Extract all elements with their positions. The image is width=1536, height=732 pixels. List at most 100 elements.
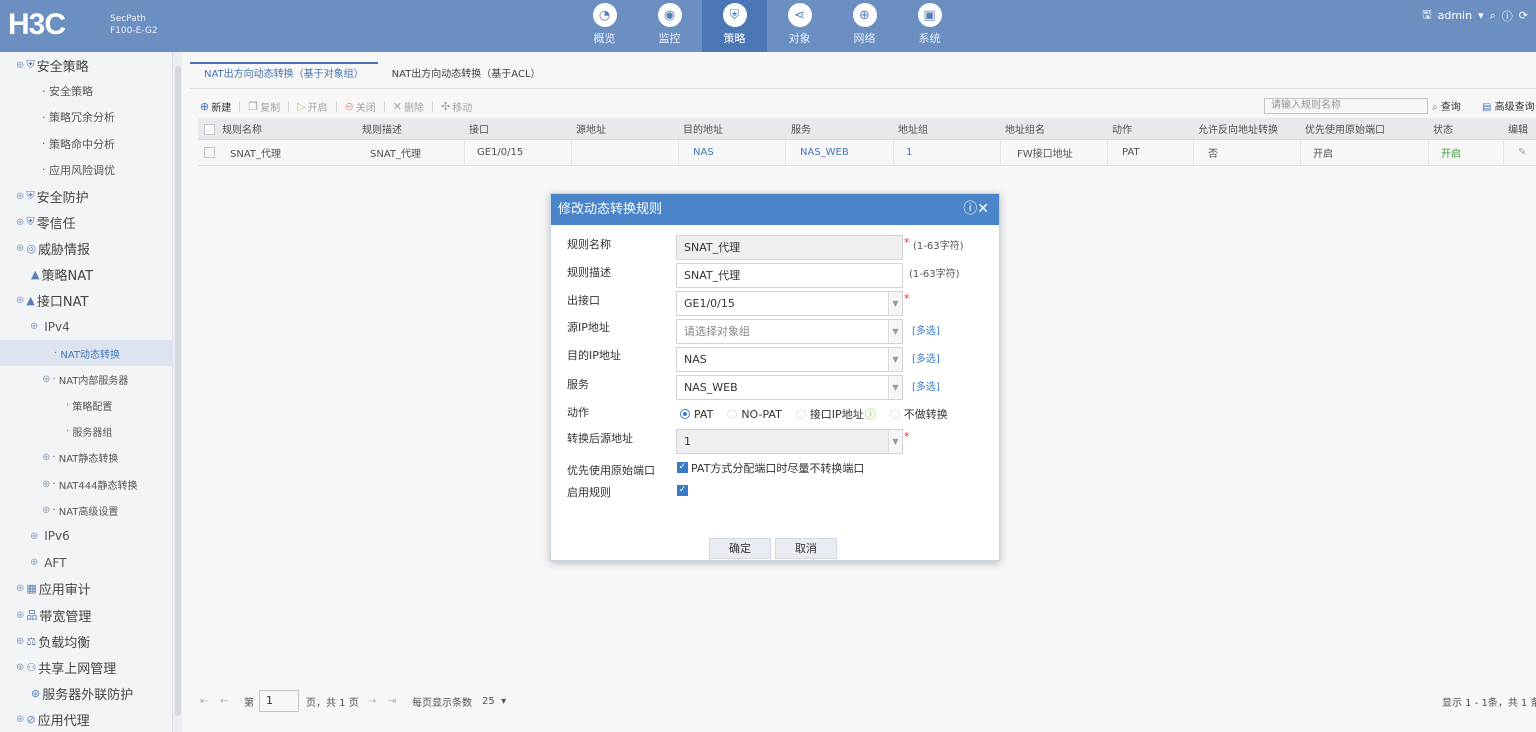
prefer-port-checkbox[interactable]: ✓ xyxy=(677,462,688,473)
sidebar-item-server-group[interactable]: · 服务器组 xyxy=(0,419,172,445)
main-nav: ◔ 概览 ◉ 监控 ⛨ 策略 ⋖ 对象 ⊕ 网络 ▣ 系统 xyxy=(572,0,962,52)
cancel-button[interactable]: 取消 xyxy=(775,538,837,559)
expand-icon: ⊕ xyxy=(16,609,25,621)
nav-network[interactable]: ⊕ 网络 xyxy=(832,0,897,52)
expand-icon: ⊕ xyxy=(16,190,25,202)
expand-icon: ⊕ xyxy=(42,504,51,516)
sidebar-item-load-balance[interactable]: ⊕ ⚖ 负载均衡 xyxy=(0,628,172,654)
sidebar-item-ipv4[interactable]: ⊕ IPv4 xyxy=(0,314,172,340)
balance-icon: ⚖ xyxy=(26,634,37,648)
service-select[interactable]: NAS_WEB ▼ xyxy=(676,375,903,400)
nav-policy[interactable]: ⛨ 策略 xyxy=(702,0,767,52)
chevron-down-icon[interactable]: ▼ xyxy=(888,320,902,343)
dst-ip-multi-link[interactable]: [多选] xyxy=(912,350,940,365)
chevron-down-icon[interactable]: ▾ xyxy=(1478,9,1484,22)
sidebar-item-hit-analysis[interactable]: · 策略命中分析 xyxy=(0,131,172,157)
sidebar-item-nat-dynamic[interactable]: · NAT动态转换 xyxy=(0,340,172,367)
out-interface-label: 出接口 xyxy=(567,294,600,307)
src-ip-label: 源IP地址 xyxy=(567,321,610,334)
action-radio-group: PAT NO-PAT 接口IP地址 ⓘ 不做转换 xyxy=(680,406,962,422)
enable-rule-checkbox[interactable]: ✓ xyxy=(677,485,688,496)
chevron-down-icon[interactable]: ▼ xyxy=(888,348,902,371)
sidebar-item-zero-trust[interactable]: ⊕ ⛨ 零信任 xyxy=(0,209,172,235)
dst-ip-select[interactable]: NAS ▼ xyxy=(676,347,903,372)
rule-name-field[interactable]: SNAT_代理 xyxy=(676,235,903,260)
expand-icon: ⊕ xyxy=(16,216,25,228)
post-src-select[interactable]: 1 ▼ xyxy=(676,429,903,454)
scrollbar-thumb[interactable] xyxy=(175,66,181,716)
sidebar-item-app-proxy[interactable]: ⊕ ⊘ 应用代理 xyxy=(0,707,172,732)
service-multi-link[interactable]: [多选] xyxy=(912,378,940,393)
required-marker: * xyxy=(904,292,910,305)
sidebar-item-bandwidth[interactable]: ⊕ 品带宽管理 xyxy=(0,602,172,628)
sidebar-item-policy-config[interactable]: · 策略配置 xyxy=(0,392,172,418)
expand-icon: ⊕ xyxy=(30,321,39,333)
radio-no-translate[interactable]: 不做转换 xyxy=(889,406,948,422)
sidebar-item-aft[interactable]: ⊕ AFT xyxy=(0,550,172,576)
computer-icon: ▣ xyxy=(917,3,942,27)
post-src-label: 转换后源地址 xyxy=(567,432,633,445)
sidebar-item-nat-internal-server[interactable]: ⊕ · NAT内部服务器 xyxy=(0,366,172,392)
sidebar-item-nat444-static[interactable]: ⊕ · NAT444静态转换 xyxy=(0,471,172,497)
sidebar-scrollbar[interactable] xyxy=(172,52,182,732)
sidebar-item-server-outbound[interactable]: ⊛ 服务器外联防护 xyxy=(0,681,172,707)
save-icon[interactable]: 🖫 xyxy=(1422,6,1431,25)
sidebar-item-interface-nat[interactable]: ⊕ ▲ 接口NAT xyxy=(0,288,172,314)
close-icon[interactable]: ✕ xyxy=(977,201,989,217)
chevron-down-icon[interactable]: ▼ xyxy=(888,376,902,399)
sidebar-item-nat-advanced[interactable]: ⊕ · NAT高级设置 xyxy=(0,497,172,523)
sidebar-item-security-policy[interactable]: ⊕ ⛨ 安全策略 xyxy=(0,52,172,78)
gauge-icon: ◔ xyxy=(592,3,617,27)
nav-overview[interactable]: ◔ 概览 xyxy=(572,0,637,52)
expand-icon: ⊕ xyxy=(30,530,39,542)
out-interface-select[interactable]: GE1/0/15 ▼ xyxy=(676,291,903,316)
sidebar-item-app-risk[interactable]: · 应用风险调优 xyxy=(0,157,172,183)
rule-name-label: 规则名称 xyxy=(567,238,611,251)
ok-button[interactable]: 确定 xyxy=(709,538,771,559)
edit-rule-dialog: 修改动态转换规则 ⓘ✕ 规则名称 SNAT_代理 * (1-63字符) 规则描述… xyxy=(550,193,1000,561)
proxy-icon: ⊘ xyxy=(26,713,36,727)
dst-ip-label: 目的IP地址 xyxy=(567,349,621,362)
expand-icon: ⊕ xyxy=(16,583,25,595)
chevron-down-icon[interactable]: ▼ xyxy=(888,430,902,453)
src-ip-select[interactable]: 请选择对象组 ▼ xyxy=(676,319,903,344)
users-icon: ⚇ xyxy=(26,660,37,674)
dialog-title-bar: 修改动态转换规则 ⓘ✕ xyxy=(551,194,999,225)
help-icon[interactable]: ⓘ xyxy=(1502,8,1513,24)
service-label: 服务 xyxy=(567,378,589,391)
product-name: SecPath F100-E-G2 xyxy=(110,14,158,36)
sidebar-item-shared-access[interactable]: ⊕ ⚇ 共享上网管理 xyxy=(0,654,172,680)
monitor-eye-icon: ◉ xyxy=(657,3,682,27)
sidebar-item-policy-nat[interactable]: ▲ 策略NAT xyxy=(0,262,172,288)
enable-rule-label: 启用规则 xyxy=(567,486,611,499)
nav-monitor[interactable]: ◉ 监控 xyxy=(637,0,702,52)
chevron-down-icon[interactable]: ▼ xyxy=(888,292,902,315)
help-icon[interactable]: ⓘ xyxy=(865,406,876,422)
radio-interface-ip[interactable]: 接口IP地址 ⓘ xyxy=(795,406,876,422)
radio-dot xyxy=(727,409,738,419)
rule-name-hint: (1-63字符) xyxy=(913,241,964,252)
radio-no-pat[interactable]: NO-PAT xyxy=(727,408,782,421)
action-label: 动作 xyxy=(567,406,589,419)
prefer-port-text: PAT方式分配端口时尽量不转换端口 xyxy=(691,462,865,475)
top-header: H3C SecPath F100-E-G2 ◔ 概览 ◉ 监控 ⛨ 策略 ⋖ 对… xyxy=(0,0,1536,52)
src-ip-multi-link[interactable]: [多选] xyxy=(912,322,940,337)
logout-icon[interactable]: ⟳ xyxy=(1519,9,1528,22)
user-menu[interactable]: admin xyxy=(1438,9,1472,22)
sidebar-item-threat-intel[interactable]: ⊕ ◎ 威胁情报 xyxy=(0,235,172,261)
sidebar-item-security-policy-sub[interactable]: · 安全策略 xyxy=(0,78,172,104)
radio-dot xyxy=(795,409,806,419)
sidebar-item-protection[interactable]: ⊕ ⛨ 安全防护 xyxy=(0,183,172,209)
help-icon[interactable]: ⓘ xyxy=(963,201,977,217)
rule-desc-field[interactable]: SNAT_代理 xyxy=(676,263,903,288)
sidebar-item-ipv6[interactable]: ⊕ IPv6 xyxy=(0,523,172,549)
sidebar-item-redundancy[interactable]: · 策略冗余分析 xyxy=(0,104,172,130)
nav-system[interactable]: ▣ 系统 xyxy=(897,0,962,52)
radio-pat[interactable]: PAT xyxy=(680,408,713,421)
expand-icon: ⊕ xyxy=(16,242,25,254)
sidebar-item-app-audit[interactable]: ⊕ ▦ 应用审计 xyxy=(0,576,172,602)
sidebar-item-nat-static[interactable]: ⊕ · NAT静态转换 xyxy=(0,445,172,471)
nav-object[interactable]: ⋖ 对象 xyxy=(767,0,832,52)
search-icon[interactable]: ⌕ xyxy=(1490,9,1496,23)
rule-desc-hint: (1-63字符) xyxy=(909,269,960,280)
